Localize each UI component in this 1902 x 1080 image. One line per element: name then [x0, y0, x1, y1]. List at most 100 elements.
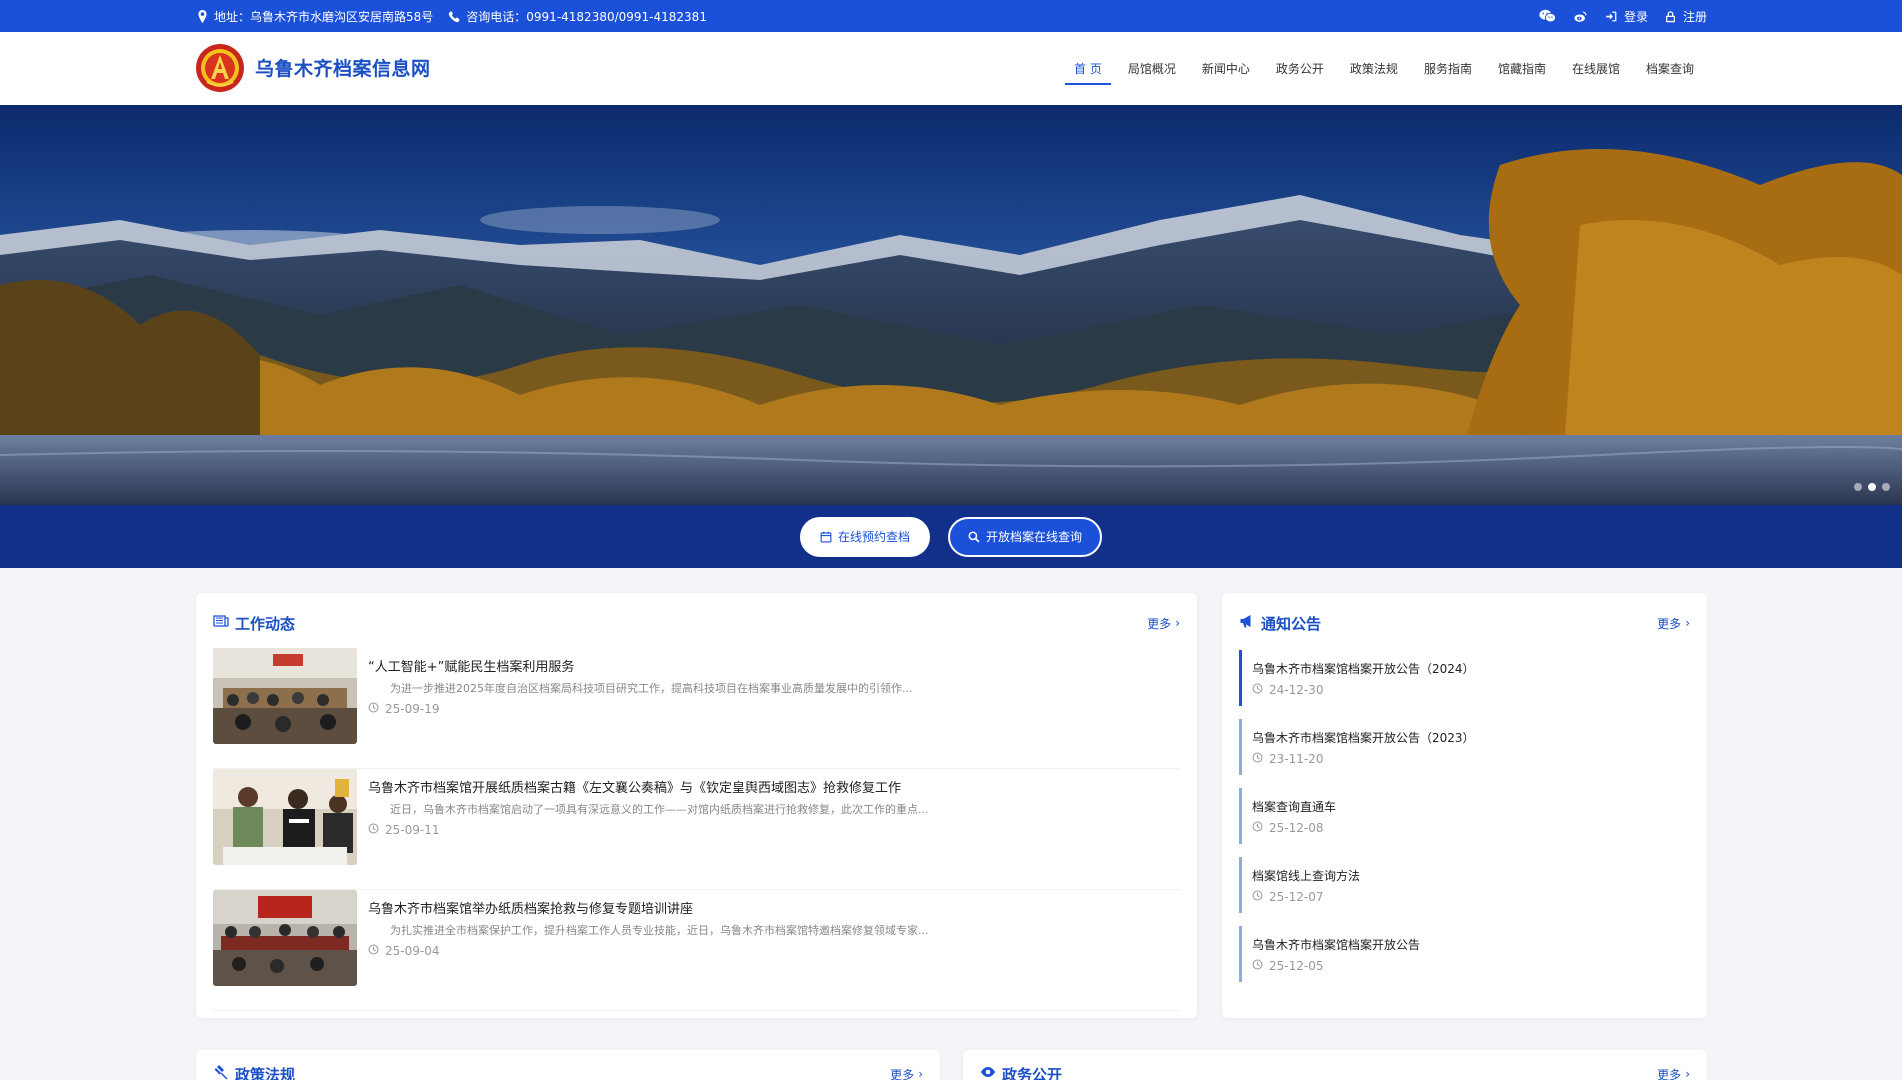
news-thumbnail[interactable] [213, 890, 357, 986]
sign-in-icon [1605, 9, 1619, 23]
search-icon [968, 531, 980, 542]
open-archive-search-button[interactable]: 开放档案在线查询 [948, 516, 1103, 557]
notice-header: 通知公告 更多 › [1239, 613, 1690, 633]
gov-open-title: 政务公开 [1002, 1065, 1063, 1080]
notice-item-title[interactable]: 乌鲁木齐市档案馆档案开放公告 [1252, 936, 1690, 953]
clock-icon [1252, 890, 1263, 904]
banner-landscape-image [0, 105, 1902, 505]
news-date: 25-09-11 [368, 823, 1180, 837]
notice-date: 25-12-08 [1252, 821, 1690, 835]
notice-date-text: 25-12-08 [1269, 820, 1324, 835]
chevron-right-icon: › [1685, 1067, 1690, 1080]
more-label: 更多 [890, 1067, 915, 1080]
notice-item[interactable]: 档案馆线上查询方法 25-12-07 [1239, 857, 1690, 913]
notice-item-title[interactable]: 档案查询直通车 [1252, 798, 1690, 815]
policy-title: 政策法规 [235, 1065, 296, 1080]
register-link[interactable]: 注册 [1664, 8, 1707, 25]
work-news-list: “人工智能+”赋能民生档案利用服务 为进一步推进2025年度自治区档案局科技项目… [213, 648, 1180, 1011]
notice-date: 23-11-20 [1252, 752, 1690, 766]
notice-title: 通知公告 [1261, 614, 1322, 633]
policy-card: 政策法规 更多 › [196, 1050, 940, 1080]
notice-item-title[interactable]: 乌鲁木齐市档案馆档案开放公告（2024） [1252, 660, 1690, 677]
site-logo[interactable] [195, 43, 245, 93]
clock-icon [1252, 959, 1263, 973]
news-summary: 近日，乌鲁木齐市档案馆启动了一项具有深远意义的工作——对馆内纸质档案进行抢救修复… [390, 803, 929, 816]
nav-collection-guide[interactable]: 馆藏指南 [1485, 32, 1559, 105]
more-label: 更多 [1147, 616, 1172, 631]
notice-date-text: 23-11-20 [1269, 751, 1324, 766]
register-label: 注册 [1682, 9, 1707, 24]
news-title[interactable]: “人工智能+”赋能民生档案利用服务 [368, 656, 1180, 675]
work-news-title: 工作动态 [235, 614, 296, 633]
news-item[interactable]: 乌鲁木齐市档案馆举办纸质档案抢救与修复专题培训讲座 为扎实推进全市档案保护工作，… [213, 890, 1180, 1011]
news-item[interactable]: “人工智能+”赋能民生档案利用服务 为进一步推进2025年度自治区档案局科技项目… [213, 648, 1180, 769]
site-title[interactable]: 乌鲁木齐档案信息网 [255, 54, 431, 81]
news-date-text: 25-09-04 [385, 944, 440, 958]
carousel-dot-3[interactable] [1882, 483, 1890, 491]
nav-service-guide[interactable]: 服务指南 [1411, 32, 1485, 105]
carousel-dots [1854, 483, 1890, 491]
clock-icon [1252, 821, 1263, 835]
news-thumbnail[interactable] [213, 769, 357, 865]
carousel-dot-2[interactable] [1868, 483, 1876, 491]
carousel-dot-1[interactable] [1854, 483, 1862, 491]
megaphone-icon [1239, 613, 1255, 633]
news-date: 25-09-19 [368, 702, 1180, 716]
notice-list: 乌鲁木齐市档案馆档案开放公告（2024） 24-12-30 乌鲁木齐市档案馆档案… [1239, 650, 1690, 995]
news-summary: 为扎实推进全市档案保护工作，提升档案工作人员专业技能，近日，乌鲁木齐市档案馆特邀… [390, 924, 929, 937]
calendar-icon [820, 531, 832, 542]
news-thumbnail[interactable] [213, 648, 357, 744]
nav-news[interactable]: 新闻中心 [1189, 32, 1263, 105]
login-link[interactable]: 登录 [1605, 8, 1648, 25]
map-marker-icon [195, 9, 209, 23]
quick-action-strip: 在线预约查档 开放档案在线查询 [0, 505, 1902, 568]
hero-banner[interactable] [0, 105, 1902, 505]
policy-header: 政策法规 更多 › [213, 1064, 923, 1080]
notice-item[interactable]: 乌鲁木齐市档案馆档案开放公告 25-12-05 [1239, 926, 1690, 982]
policy-more-link[interactable]: 更多 › [890, 1066, 923, 1080]
wechat-icon[interactable] [1539, 9, 1557, 23]
more-label: 更多 [1657, 1067, 1682, 1080]
nav-online-exhibit[interactable]: 在线展馆 [1559, 32, 1633, 105]
notice-date: 25-12-05 [1252, 959, 1690, 973]
nav-home[interactable]: 首 页 [1061, 32, 1115, 105]
notice-date-text: 25-12-07 [1269, 889, 1324, 904]
nav-archive-search[interactable]: 档案查询 [1633, 32, 1707, 105]
work-news-card: 工作动态 更多 › “人工智能+”赋能民生档案利用服务 为进一步推进2025年度自… [196, 593, 1197, 1018]
weibo-icon[interactable] [1573, 9, 1589, 23]
nav-gov-affairs[interactable]: 政务公开 [1263, 32, 1337, 105]
news-date-text: 25-09-11 [385, 823, 440, 837]
notice-date: 25-12-07 [1252, 890, 1690, 904]
nav-policy[interactable]: 政策法规 [1337, 32, 1411, 105]
clock-icon [368, 944, 379, 958]
phone-text: 咨询电话：0991-4182380/0991-4182381 [466, 9, 707, 24]
notice-item[interactable]: 乌鲁木齐市档案馆档案开放公告（2024） 24-12-30 [1239, 650, 1690, 706]
nav-about[interactable]: 局馆概况 [1115, 32, 1189, 105]
notice-item-title[interactable]: 乌鲁木齐市档案馆档案开放公告（2023） [1252, 729, 1690, 746]
news-date: 25-09-04 [368, 944, 1180, 958]
chevron-right-icon: › [918, 1067, 923, 1080]
clock-icon [1252, 683, 1263, 697]
news-title[interactable]: 乌鲁木齐市档案馆开展纸质档案古籍《左文襄公奏稿》与《钦定皇舆西域图志》抢救修复工… [368, 777, 1180, 796]
notice-date-text: 25-12-05 [1269, 958, 1324, 973]
notice-item[interactable]: 乌鲁木齐市档案馆档案开放公告（2023） 23-11-20 [1239, 719, 1690, 775]
notice-date: 24-12-30 [1252, 683, 1690, 697]
notice-date-text: 24-12-30 [1269, 682, 1324, 697]
gov-open-card: 政务公开 更多 › [963, 1050, 1707, 1080]
reserve-archive-button[interactable]: 在线预约查档 [799, 516, 930, 557]
notice-more-link[interactable]: 更多 › [1657, 615, 1690, 632]
news-item[interactable]: 乌鲁木齐市档案馆开展纸质档案古籍《左文襄公奏稿》与《钦定皇舆西域图志》抢救修复工… [213, 769, 1180, 890]
news-title[interactable]: 乌鲁木齐市档案馆举办纸质档案抢救与修复专题培训讲座 [368, 898, 1180, 917]
phone-info: 咨询电话：0991-4182380/0991-4182381 [447, 8, 707, 25]
notice-item[interactable]: 档案查询直通车 25-12-08 [1239, 788, 1690, 844]
gov-open-more-link[interactable]: 更多 › [1657, 1066, 1690, 1080]
newspaper-icon [213, 613, 229, 633]
gavel-icon [213, 1064, 229, 1080]
address-info: 地址：乌鲁木齐市水磨沟区安居南路58号 [195, 8, 433, 25]
reserve-archive-label: 在线预约查档 [837, 530, 910, 544]
work-news-more-link[interactable]: 更多 › [1147, 615, 1180, 632]
notice-card: 通知公告 更多 › 乌鲁木齐市档案馆档案开放公告（2024） 24-12-30 乌… [1222, 593, 1707, 1018]
notice-item-title[interactable]: 档案馆线上查询方法 [1252, 867, 1690, 884]
lock-icon [1664, 9, 1678, 23]
top-info-bar: 地址：乌鲁木齐市水磨沟区安居南路58号 咨询电话：0991-4182380/09… [0, 0, 1902, 32]
